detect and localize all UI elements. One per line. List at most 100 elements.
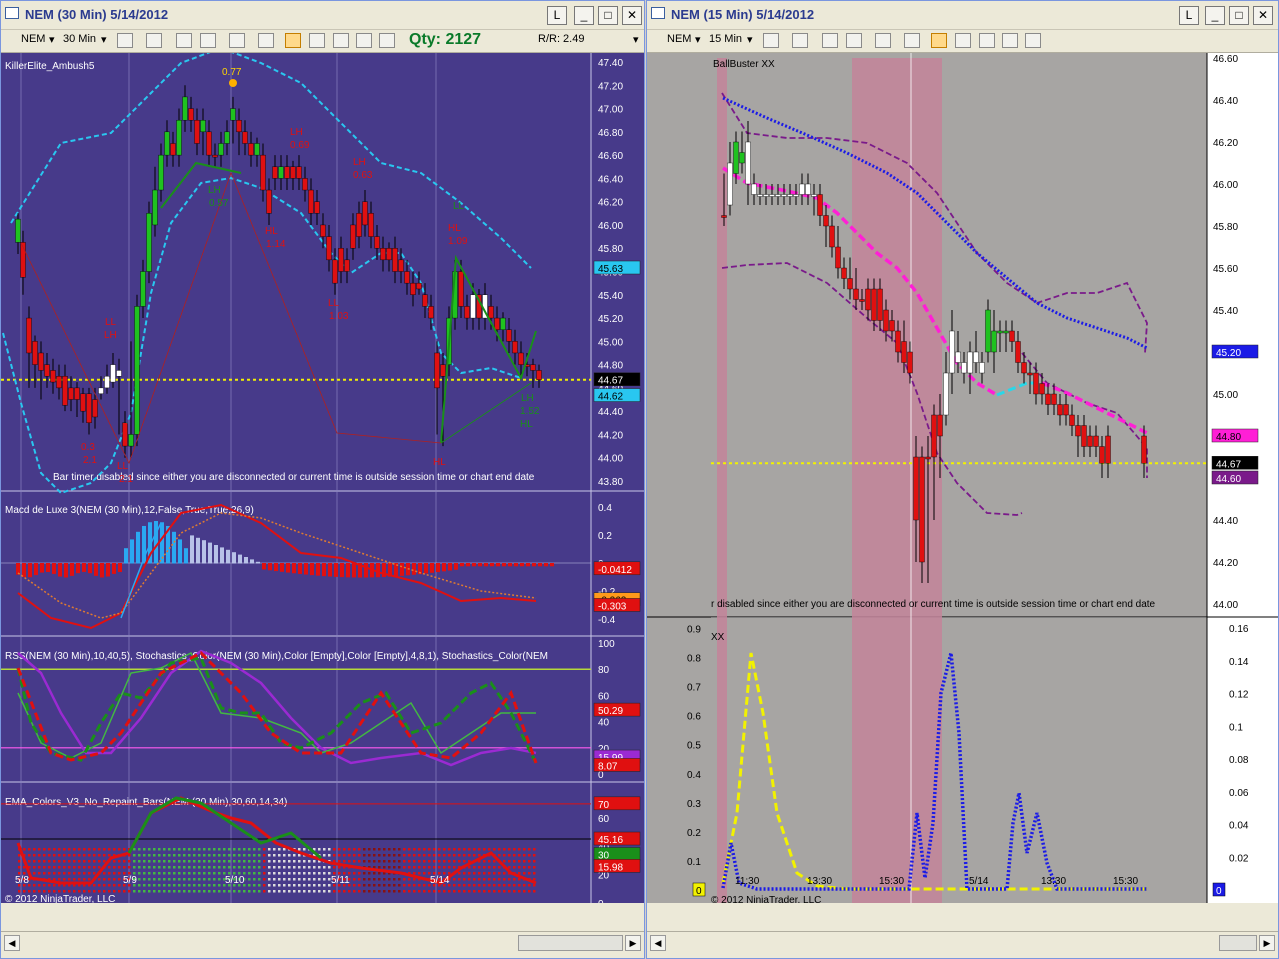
swing-annotation: LH (208, 185, 221, 196)
interval-selector[interactable]: 15 Min (709, 33, 742, 45)
ema-dot (188, 890, 191, 893)
ema-dot (268, 878, 271, 881)
indicators-icon[interactable] (955, 33, 971, 48)
zoom-in-icon[interactable] (822, 33, 838, 48)
magnify-icon[interactable] (258, 33, 274, 48)
ema-dot (493, 848, 496, 851)
title-bar[interactable]: NEM (15 Min) 5/14/2012 L _ □ ✕ (647, 1, 1278, 30)
ema-dot (333, 866, 336, 869)
ema-dot (428, 890, 431, 893)
chart-area-15min[interactable]: BallBuster XX XX r disabled since either y… (647, 53, 1278, 903)
minimize-icon[interactable]: _ (574, 6, 594, 25)
close-icon[interactable]: ✕ (622, 6, 642, 25)
candle (967, 351, 973, 374)
zoom-out-icon[interactable] (200, 33, 216, 48)
title-bar[interactable]: NEM (30 Min) 5/14/2012 L _ □ ✕ (1, 1, 644, 30)
strategies-icon[interactable] (931, 33, 947, 48)
ema-dot (178, 878, 181, 881)
chevron-down-icon[interactable]: ▾ (695, 33, 701, 46)
pencil-icon[interactable] (146, 33, 162, 48)
ema-dot (28, 848, 31, 851)
ema-dot (528, 854, 531, 857)
chevron-down-icon[interactable]: ▾ (49, 33, 55, 46)
ema-dot (153, 848, 156, 851)
ema-dot (213, 884, 216, 887)
ema-dot (103, 878, 106, 881)
chart-area-30min[interactable]: KillerElite_Ambush5Macd de Luxe 3(NEM (3… (1, 53, 644, 903)
zoom-in-icon[interactable] (176, 33, 192, 48)
ema-dot (18, 890, 21, 893)
price-tag-blue: 45.20 (1216, 348, 1241, 359)
properties-icon[interactable] (979, 33, 995, 48)
crosshair-icon[interactable] (229, 33, 245, 48)
chevron-down-icon[interactable]: ▾ (101, 33, 107, 46)
close-icon[interactable]: ✕ (1253, 6, 1273, 25)
ema-dot (393, 854, 396, 857)
minimize-icon[interactable]: _ (1205, 6, 1225, 25)
candle (787, 194, 793, 197)
ema-dot (503, 872, 506, 875)
data-box-icon[interactable] (1002, 33, 1018, 48)
ema-dot (283, 890, 286, 893)
ema-dot (483, 878, 486, 881)
toolbar-overflow-icon[interactable]: ▾ (633, 33, 639, 46)
scroll-left-icon[interactable]: ◀ (4, 935, 20, 951)
crosshair-icon[interactable] (875, 33, 891, 48)
zoom-out-icon[interactable] (846, 33, 862, 48)
ema-dot (333, 890, 336, 893)
link-button[interactable]: L (1179, 6, 1199, 25)
ema-dot (183, 884, 186, 887)
ema-dot (118, 866, 121, 869)
maximize-icon[interactable]: □ (598, 6, 618, 25)
ema-dot (388, 860, 391, 863)
ema-dot (483, 872, 486, 875)
strategies-icon[interactable] (285, 33, 301, 48)
lower-left-tick-label: 0.7 (687, 683, 701, 694)
ema-dot (323, 854, 326, 857)
ema-dot (223, 866, 226, 869)
candle (919, 456, 925, 563)
ema-dot (493, 866, 496, 869)
interval-selector[interactable]: 30 Min (63, 33, 96, 45)
scroll-right-icon[interactable]: ▶ (625, 935, 641, 951)
data-box-icon[interactable] (356, 33, 372, 48)
scroll-left-icon[interactable]: ◀ (650, 935, 666, 951)
swing-annotation: LL (453, 201, 465, 212)
ema-dot (433, 854, 436, 857)
maximize-icon[interactable]: □ (1229, 6, 1249, 25)
pencil-icon[interactable] (792, 33, 808, 48)
ema-dot (158, 854, 161, 857)
scroll-thumb[interactable] (518, 935, 623, 951)
chevron-down-icon[interactable]: ▾ (747, 33, 753, 46)
indicators-icon[interactable] (309, 33, 325, 48)
scroll-thumb[interactable] (1219, 935, 1257, 951)
ema-dot (198, 878, 201, 881)
chart-trader-icon[interactable] (379, 33, 395, 48)
ema-dot (73, 848, 76, 851)
scroll-right-icon[interactable]: ▶ (1259, 935, 1275, 951)
instrument-selector[interactable]: NEM (667, 33, 691, 45)
properties-icon[interactable] (333, 33, 349, 48)
macd-histogram-bar (352, 563, 356, 578)
ema-dot (68, 890, 71, 893)
ema-dot (253, 884, 256, 887)
link-button[interactable]: L (547, 6, 567, 25)
candle (721, 215, 727, 218)
ema-dot (98, 878, 101, 881)
ema-dot (58, 848, 61, 851)
ema-dot (498, 872, 501, 875)
price-tick-label: 46.20 (1213, 138, 1238, 149)
bar-type-icon[interactable] (763, 33, 779, 48)
bar-type-icon[interactable] (117, 33, 133, 48)
ema-dot (233, 860, 236, 863)
magnify-icon[interactable] (904, 33, 920, 48)
ema-dot (153, 872, 156, 875)
horizontal-scrollbar[interactable]: ◀ ▶ (1, 931, 644, 954)
instrument-selector[interactable]: NEM (21, 33, 45, 45)
ema-dot (218, 854, 221, 857)
ema-dot (533, 854, 536, 857)
chart-trader-icon[interactable] (1025, 33, 1041, 48)
ema-dot (98, 848, 101, 851)
ema-dot (298, 878, 301, 881)
horizontal-scrollbar[interactable]: ◀ ▶ (647, 931, 1278, 954)
